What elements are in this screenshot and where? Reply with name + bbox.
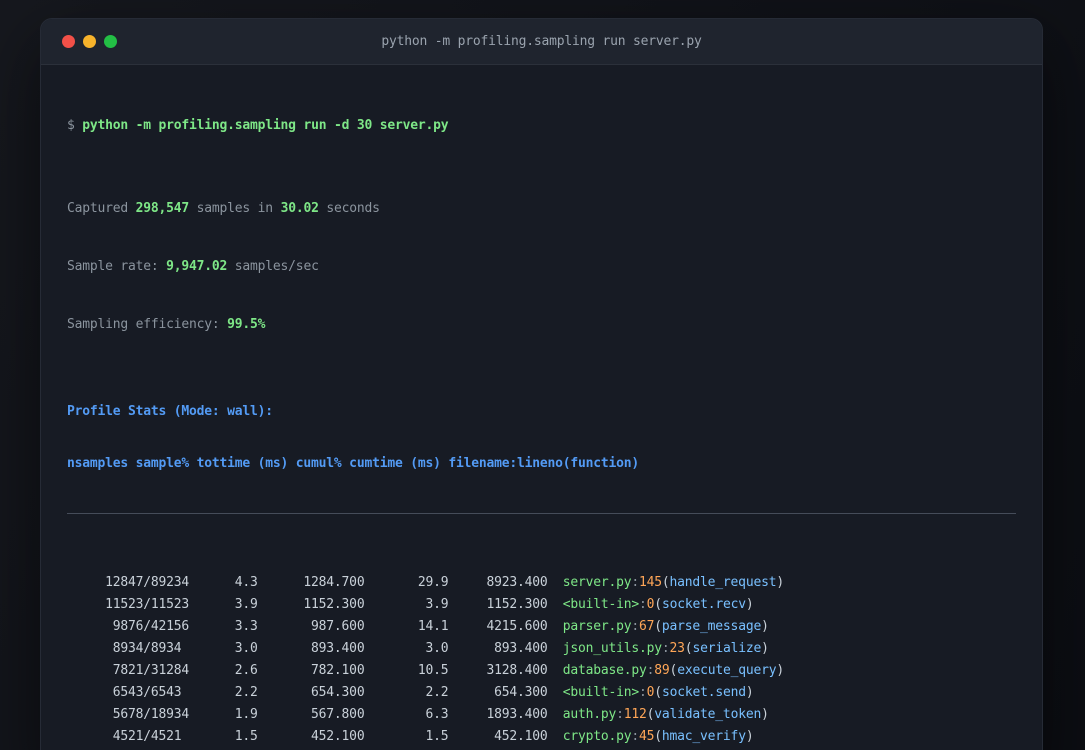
row-paren-close: ) — [761, 619, 769, 634]
profile-table-row: 9876/42156 3.3 987.600 14.1 4215.600 par… — [67, 616, 1016, 638]
row-lineno: 112 — [623, 707, 647, 722]
row-colon: : — [631, 729, 640, 744]
row-colon: : — [631, 575, 640, 590]
row-lineno: 67 — [639, 619, 655, 634]
row-colon: : — [631, 619, 640, 634]
row-lineno: 23 — [669, 641, 685, 656]
window-controls — [62, 19, 117, 64]
row-function: handle_request — [669, 575, 777, 590]
row-metrics: 4521/4521 1.5 452.100 1.5 452.100 — [67, 729, 563, 744]
table-divider — [67, 513, 1016, 514]
row-metrics: 12847/89234 4.3 1284.700 29.9 8923.400 — [67, 575, 563, 590]
profile-table-row: 6543/6543 2.2 654.300 2.2 654.300 <built… — [67, 682, 1016, 704]
row-filename: server.py — [562, 575, 632, 590]
sampling-efficiency-line: Sampling efficiency: 99.5% — [67, 315, 1016, 335]
text-segment: 99.5% — [227, 317, 266, 332]
close-button[interactable] — [62, 35, 75, 48]
maximize-button[interactable] — [104, 35, 117, 48]
row-filename: crypto.py — [562, 729, 632, 744]
profile-table-row: 11523/11523 3.9 1152.300 3.9 1152.300 <b… — [67, 594, 1016, 616]
row-lineno: 45 — [639, 729, 655, 744]
terminal-window: python -m profiling.sampling run server.… — [40, 18, 1043, 750]
row-function: validate_token — [654, 707, 762, 722]
row-filename: database.py — [562, 663, 647, 678]
shell-prompt: $ — [67, 118, 83, 133]
row-colon: : — [639, 685, 647, 700]
text-segment: samples/sec — [227, 259, 319, 274]
text-segment: 30.02 — [280, 201, 319, 216]
profile-table-row: 12847/89234 4.3 1284.700 29.9 8923.400 s… — [67, 572, 1016, 594]
command-line: $ python -m profiling.sampling run -d 30… — [67, 116, 1016, 136]
row-paren-open: ( — [654, 729, 662, 744]
profile-table-row: 7821/31284 2.6 782.100 10.5 3128.400 dat… — [67, 660, 1016, 682]
row-function: socket.recv — [661, 597, 746, 612]
profile-stats-heading: Profile Stats (Mode: wall): — [67, 404, 273, 419]
titlebar[interactable]: python -m profiling.sampling run server.… — [41, 19, 1042, 65]
window-title: python -m profiling.sampling run server.… — [381, 34, 702, 49]
text-segment: Captured — [67, 201, 136, 216]
row-metrics: 8934/8934 3.0 893.400 3.0 893.400 — [67, 641, 563, 656]
row-metrics: 5678/18934 1.9 567.800 6.3 1893.400 — [67, 707, 563, 722]
profile-table-row: 4521/4521 1.5 452.100 1.5 452.100 crypto… — [67, 726, 1016, 748]
row-filename: <built-in> — [562, 597, 640, 612]
text-segment: Sample rate: — [67, 259, 167, 274]
row-metrics: 11523/11523 3.9 1152.300 3.9 1152.300 — [67, 597, 563, 612]
sample-rate-line: Sample rate: 9,947.02 samples/sec — [67, 257, 1016, 277]
row-filename: auth.py — [562, 707, 617, 722]
row-filename: <built-in> — [562, 685, 640, 700]
row-colon: : — [616, 707, 624, 722]
row-paren-close: ) — [745, 729, 754, 744]
row-paren-close: ) — [761, 641, 769, 656]
profile-table: 12847/89234 4.3 1284.700 29.9 8923.400 s… — [67, 572, 1016, 750]
row-function: execute_query — [677, 663, 777, 678]
row-function: hmac_verify — [661, 729, 746, 744]
row-colon: : — [639, 597, 647, 612]
terminal-content[interactable]: $ python -m profiling.sampling run -d 30… — [41, 65, 1042, 750]
row-paren-open: ( — [654, 685, 662, 700]
text-segment: 298,547 — [135, 201, 190, 216]
row-paren-close: ) — [745, 597, 754, 612]
row-paren-close: ) — [776, 575, 784, 590]
text-segment: samples in — [189, 201, 281, 216]
row-metrics: 9876/42156 3.3 987.600 14.1 4215.600 — [67, 619, 563, 634]
row-metrics: 7821/31284 2.6 782.100 10.5 3128.400 — [67, 663, 563, 678]
row-filename: json_utils.py — [562, 641, 662, 656]
row-paren-close: ) — [776, 663, 784, 678]
captured-samples-line: Captured 298,547 samples in 30.02 second… — [67, 199, 1016, 219]
row-paren-open: ( — [661, 575, 670, 590]
profile-table-row: 8934/8934 3.0 893.400 3.0 893.400 json_u… — [67, 638, 1016, 660]
minimize-button[interactable] — [83, 35, 96, 48]
row-function: socket.send — [661, 685, 746, 700]
row-paren-open: ( — [654, 597, 662, 612]
row-function: parse_message — [661, 619, 762, 634]
row-metrics: 6543/6543 2.2 654.300 2.2 654.300 — [67, 685, 563, 700]
command-text: python -m profiling.sampling run -d 30 s… — [82, 118, 449, 133]
text-segment: Sampling efficiency: — [67, 317, 228, 332]
text-segment: 9,947.02 — [166, 259, 228, 274]
row-lineno: 89 — [654, 663, 670, 678]
row-paren-close: ) — [745, 685, 754, 700]
row-function: serialize — [692, 641, 762, 656]
row-lineno: 145 — [639, 575, 662, 590]
row-filename: parser.py — [562, 619, 632, 634]
table-columns-header: nsamples sample% tottime (ms) cumul% cum… — [67, 456, 639, 471]
text-segment: seconds — [318, 201, 380, 216]
row-colon: : — [661, 641, 670, 656]
row-paren-close: ) — [761, 707, 769, 722]
profile-table-row: 5678/18934 1.9 567.800 6.3 1893.400 auth… — [67, 704, 1016, 726]
row-paren-open: ( — [654, 619, 662, 634]
